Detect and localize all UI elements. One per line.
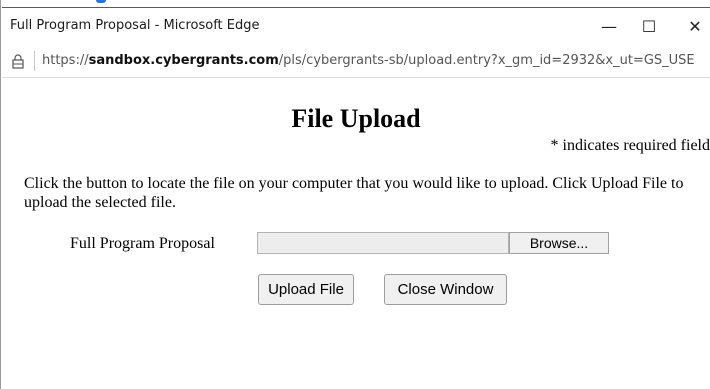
title-bar: Full Program Proposal - Microsoft Edge —… xyxy=(2,7,710,45)
url-text[interactable]: https://sandbox.cybergrants.com/pls/cybe… xyxy=(42,53,708,68)
upload-instructions: Click the button to locate the file on y… xyxy=(24,175,684,211)
lock-icon xyxy=(12,54,24,73)
browse-button[interactable]: Browse... xyxy=(509,232,609,254)
window-title: Full Program Proposal - Microsoft Edge xyxy=(10,18,260,33)
upload-file-button[interactable]: Upload File xyxy=(258,274,354,305)
window-top-edge xyxy=(1,0,710,7)
taskbar-accent xyxy=(96,0,106,3)
url-path: /pls/cybergrants-sb/upload.entry?x_gm_id… xyxy=(278,53,695,68)
maximize-button[interactable]: ☐ xyxy=(637,16,661,38)
browser-window: Full Program Proposal - Microsoft Edge —… xyxy=(0,0,710,389)
address-separator xyxy=(34,51,35,71)
url-scheme: https:// xyxy=(42,53,89,68)
url-host: sandbox.cybergrants.com xyxy=(88,53,279,68)
close-window-page-button[interactable]: Close Window xyxy=(384,274,507,305)
page-content: File Upload * indicates required field C… xyxy=(2,78,710,389)
address-bar[interactable]: https://sandbox.cybergrants.com/pls/cybe… xyxy=(2,45,710,78)
file-field-label: Full Program Proposal xyxy=(70,235,215,252)
required-field-note: * indicates required field xyxy=(550,137,710,154)
minimize-button[interactable]: — xyxy=(597,16,621,38)
close-window-button[interactable]: ✕ xyxy=(683,16,707,38)
page-title: File Upload xyxy=(291,104,421,133)
file-path-input[interactable] xyxy=(257,232,509,254)
